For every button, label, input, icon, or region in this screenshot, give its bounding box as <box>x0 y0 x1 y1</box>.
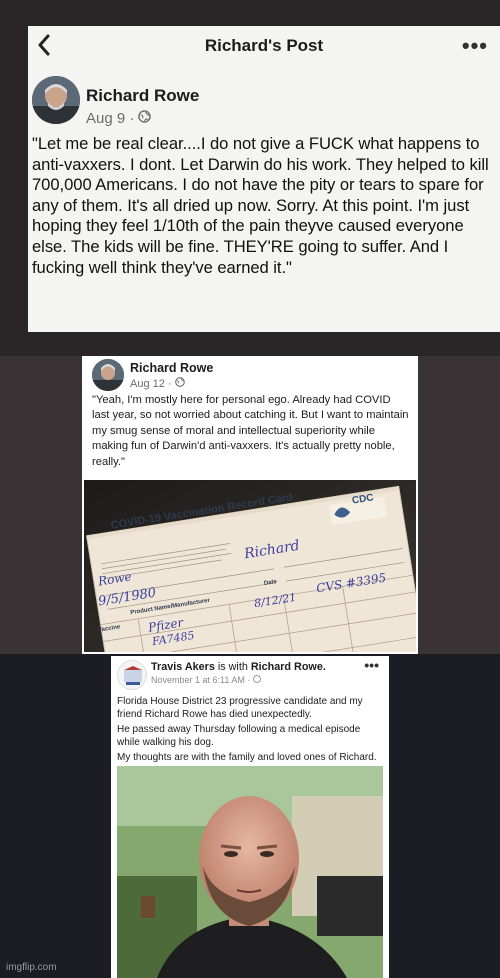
more-options-icon[interactable]: ••• <box>462 33 488 59</box>
globe-icon <box>253 675 262 685</box>
avatar[interactable] <box>92 359 124 391</box>
portrait-photo <box>117 766 383 978</box>
post-header: Travis Akers is with Richard Rowe. <box>151 661 326 673</box>
post-card-1: Richard's Post ••• Richard Rowe Aug 9 · … <box>28 26 500 332</box>
watermark: imgflip.com <box>6 962 57 973</box>
post-paragraph-3: My thoughts are with the family and love… <box>117 752 377 763</box>
author-name[interactable]: Richard Rowe <box>86 86 199 106</box>
globe-icon <box>138 110 152 127</box>
with-text: is with <box>217 661 248 673</box>
author-name[interactable]: Richard Rowe <box>130 361 213 375</box>
avatar[interactable] <box>117 660 147 690</box>
post-text: "Let me be real clear....I do not give a… <box>32 134 489 277</box>
page-title: Richard's Post <box>204 36 324 55</box>
globe-icon <box>174 377 185 390</box>
post-card-2: Richard Rowe Aug 12 · "Yeah, I'm mostly … <box>82 356 418 654</box>
tagged-person[interactable]: Richard Rowe. <box>251 661 326 673</box>
post-paragraph-1: Florida House District 23 progressive ca… <box>117 696 363 720</box>
post-timestamp: Aug 12 · <box>130 377 185 390</box>
post-timestamp: Aug 9 · <box>86 110 152 127</box>
post-text: "Yeah, I'm mostly here for personal ego.… <box>92 394 409 468</box>
screenshot-panel-3: Travis Akers is with Richard Rowe. Novem… <box>0 654 500 978</box>
post-date: November 1 at 6:11 AM · <box>151 675 251 685</box>
screenshot-panel-1: Richard's Post ••• Richard Rowe Aug 9 · … <box>0 0 500 356</box>
post-date: Aug 9 · <box>86 110 135 127</box>
post-card-3: Travis Akers is with Richard Rowe. Novem… <box>111 656 389 978</box>
post-timestamp: November 1 at 6:11 AM · <box>151 675 262 685</box>
post-paragraph-2: He passed away Thursday following a medi… <box>117 724 361 748</box>
avatar[interactable] <box>32 76 80 124</box>
vaccination-card-photo: COVID-19 Vaccination Record Card CDC Ric… <box>84 480 416 652</box>
post-date: Aug 12 · <box>130 377 172 390</box>
post-navbar: Richard's Post ••• <box>28 26 500 66</box>
screenshot-panel-2: Richard Rowe Aug 12 · "Yeah, I'm mostly … <box>0 356 500 654</box>
author-name[interactable]: Travis Akers <box>151 661 215 673</box>
more-options-icon[interactable]: ••• <box>364 657 379 673</box>
